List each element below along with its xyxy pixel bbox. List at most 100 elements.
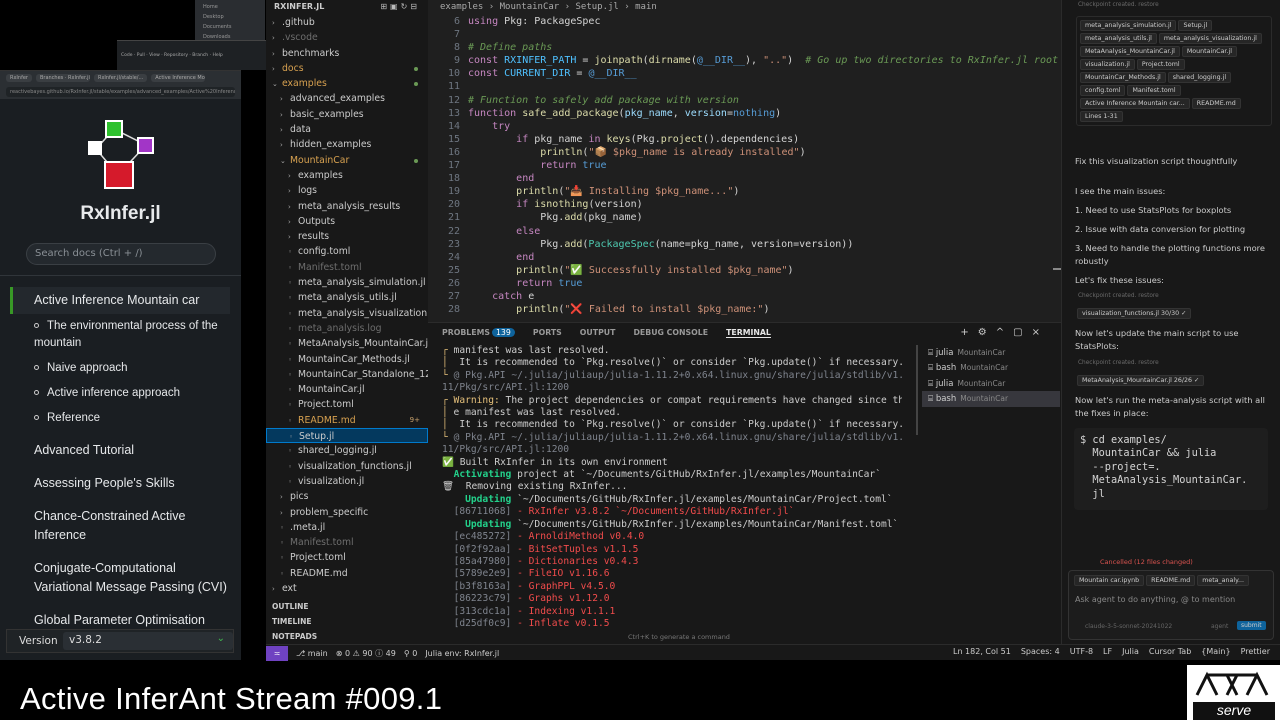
code-line[interactable]: 26 return true <box>428 277 1061 290</box>
tree-file[interactable]: ◦ config.toml <box>266 244 428 259</box>
context-chip[interactable]: Project.toml <box>1136 59 1185 70</box>
checkpoint-notice[interactable]: Checkpoint created. restore <box>1078 293 1159 299</box>
checkpoint-notice[interactable]: Checkpoint created. restore <box>1078 360 1159 366</box>
code-line[interactable]: 12 # Function to safely add package with … <box>428 94 1061 107</box>
code-line[interactable]: 25 println("✅ Successfully installed $pk… <box>428 264 1061 277</box>
status-item[interactable]: Prettier <box>1241 647 1270 656</box>
terminal-instance[interactable]: ⌸ bash MountainCar <box>922 360 1060 375</box>
code-line[interactable]: 21 Pkg.add(pkg_name) <box>428 211 1061 224</box>
tree-folder[interactable]: › pics <box>266 489 428 504</box>
code-line[interactable]: 22 else <box>428 225 1061 238</box>
tree-folder[interactable]: › Outputs <box>266 214 428 229</box>
tree-folder[interactable]: ⌄ MountainCar <box>266 153 428 168</box>
context-chip[interactable]: meta_analysis_visualization.jl <box>1158 33 1262 44</box>
status-item[interactable]: UTF-8 <box>1070 647 1093 656</box>
tree-folder[interactable]: › .vscode <box>266 30 428 45</box>
tree-file[interactable]: ◦ visualization_functions.jl <box>266 459 428 474</box>
input-context-chip[interactable]: Mountain car.ipynb <box>1074 575 1145 586</box>
context-chip[interactable]: Manifest.toml <box>1127 85 1181 96</box>
status-item[interactable]: Spaces: 4 <box>1021 647 1060 656</box>
version-selector[interactable]: Version v3.8.2 ⌄ <box>6 629 234 653</box>
tree-file[interactable]: ◦ shared_logging.jl <box>266 443 428 458</box>
context-chip[interactable]: README.md <box>1191 98 1241 109</box>
collapse-icon[interactable]: ⊟ <box>410 2 420 11</box>
tree-file[interactable]: ◦ Manifest.toml <box>266 260 428 275</box>
tree-file[interactable]: ◦ Manifest.toml <box>266 535 428 550</box>
tree-file[interactable]: ◦ MetaAnalysis_MountainCar.jl <box>266 336 428 351</box>
browser-tab[interactable]: RxInfer.jl/stable/... <box>93 74 148 82</box>
close-icon[interactable]: × <box>1032 327 1049 338</box>
model-selector[interactable]: claude-3-5-sonnet-20241022 <box>1085 623 1172 630</box>
nav-item[interactable]: Assessing People's Skills <box>10 470 230 497</box>
chat-input[interactable]: Ask agent to do anything, @ to mention <box>1075 595 1235 604</box>
tree-file[interactable]: ◦ MountainCar_Methods.jl <box>266 352 428 367</box>
tree-file[interactable]: ◦ Project.toml <box>266 550 428 565</box>
docs-brand-title[interactable]: RxInfer.jl <box>0 203 241 225</box>
notepads-section[interactable]: NOTEPADS <box>266 632 428 641</box>
tree-file[interactable]: ◦ meta_analysis_simulation.jl <box>266 275 428 290</box>
code-line[interactable]: 20 if isnothing(version) <box>428 198 1061 211</box>
command-block[interactable]: $ cd examples/ MountainCar && julia --pr… <box>1074 428 1268 510</box>
docs-search-input[interactable]: Search docs (Ctrl + /) <box>26 243 216 265</box>
nav-subitem[interactable]: Active inference approach <box>10 381 230 406</box>
ports-indicator[interactable]: ⚲ 0 <box>404 649 418 658</box>
context-chip[interactable]: meta_analysis_utils.jl <box>1080 33 1157 44</box>
edited-file-chip[interactable]: visualization_functions.jl 30/30 ✓ <box>1077 308 1192 319</box>
checkpoint-notice[interactable]: Checkpoint created. restore <box>1078 2 1159 8</box>
input-context-chip[interactable]: meta_analy... <box>1197 575 1249 586</box>
panel-tab-debug-console[interactable]: DEBUG CONSOLE <box>633 328 708 338</box>
timeline-section[interactable]: TIMELINE <box>266 617 428 626</box>
status-item[interactable]: Julia <box>1122 647 1139 656</box>
nav-item[interactable]: Conjugate-Computational Variational Mess… <box>10 555 230 601</box>
tree-file[interactable]: ◦ visualization.jl <box>266 474 428 489</box>
tree-folder[interactable]: › advanced_examples <box>266 91 428 106</box>
context-chip[interactable]: config.toml <box>1080 85 1126 96</box>
nav-subitem[interactable]: Naive approach <box>10 356 230 381</box>
edited-file-chip[interactable]: MetaAnalysis_MountainCar.jl 26/26 ✓ <box>1077 375 1205 386</box>
browser-url-bar[interactable]: reactivebayes.github.io/RxInfer.jl/stabl… <box>6 87 235 97</box>
context-chip[interactable]: MountainCar.jl <box>1181 46 1237 57</box>
tree-file[interactable]: ◦ meta_analysis_visualization.jl <box>266 306 428 321</box>
settings-icon[interactable]: ⚙ <box>978 327 996 338</box>
code-line[interactable]: 18 end <box>428 172 1061 185</box>
tree-folder[interactable]: › data <box>266 122 428 137</box>
terminal-instance[interactable]: ⌸ bash MountainCar <box>922 391 1060 407</box>
nav-item[interactable]: Advanced Tutorial <box>10 437 230 464</box>
panel-tab-ports[interactable]: PORTS <box>533 328 562 338</box>
chat-input-box[interactable]: Mountain car.ipynb README.md meta_analy...… <box>1068 570 1274 640</box>
nav-item[interactable]: Chance-Constrained Active Inference <box>10 503 230 549</box>
context-chip[interactable]: shared_logging.jl <box>1167 72 1232 83</box>
code-editor[interactable]: examples › MountainCar › Setup.jl › main… <box>428 0 1061 322</box>
tree-folder[interactable]: › ext <box>266 581 428 596</box>
context-chip[interactable]: MountainCar_Methods.jl <box>1080 72 1166 83</box>
tree-file[interactable]: ◦ README.md <box>266 566 428 581</box>
tree-folder[interactable]: › problem_specific <box>266 505 428 520</box>
maximize-icon[interactable]: ^ <box>996 327 1013 338</box>
nav-subitem[interactable]: Reference <box>10 406 230 431</box>
branch-indicator[interactable]: ⎇ main <box>296 649 328 658</box>
panel-tab-terminal[interactable]: TERMINAL <box>726 328 771 338</box>
context-chip[interactable]: Lines 1-31 <box>1080 111 1123 122</box>
terminal-instance[interactable]: ⌸ julia MountainCar <box>922 345 1060 360</box>
code-line[interactable]: 10 const CURRENT_DIR = @__DIR__ <box>428 67 1061 80</box>
tree-file[interactable]: ◦ MountainCar.jl <box>266 382 428 397</box>
remote-icon[interactable]: ≍ <box>266 645 288 661</box>
new-folder-icon[interactable]: ▣ <box>390 2 401 11</box>
code-line[interactable]: 23 Pkg.add(PackageSpec(name=pkg_name, ve… <box>428 238 1061 251</box>
problems-indicator[interactable]: ⊗ 0 ⚠ 90 ⓘ 49 <box>336 648 396 659</box>
tree-folder[interactable]: › examples <box>266 168 428 183</box>
code-line[interactable]: 7 <box>428 28 1061 41</box>
code-line[interactable]: 14 try <box>428 120 1061 133</box>
code-line[interactable]: 28 println("❌ Failed to install $pkg_nam… <box>428 303 1061 316</box>
context-chip[interactable]: Active Inference Mountain car... <box>1080 98 1190 109</box>
new-file-icon[interactable]: ⊞ <box>380 2 390 11</box>
tree-folder[interactable]: › docs <box>266 61 428 76</box>
breadcrumb-item[interactable]: main <box>635 2 657 12</box>
tree-folder[interactable]: › hidden_examples <box>266 137 428 152</box>
version-select[interactable]: v3.8.2 <box>63 632 233 650</box>
input-context-chip[interactable]: README.md <box>1146 575 1196 586</box>
status-item[interactable]: {Main} <box>1201 647 1230 656</box>
tree-file[interactable]: ◦ README.md 9+ <box>266 413 428 428</box>
code-line[interactable]: 16 println("📦 $pkg_name is already insta… <box>428 146 1061 159</box>
status-item[interactable]: LF <box>1103 647 1112 656</box>
